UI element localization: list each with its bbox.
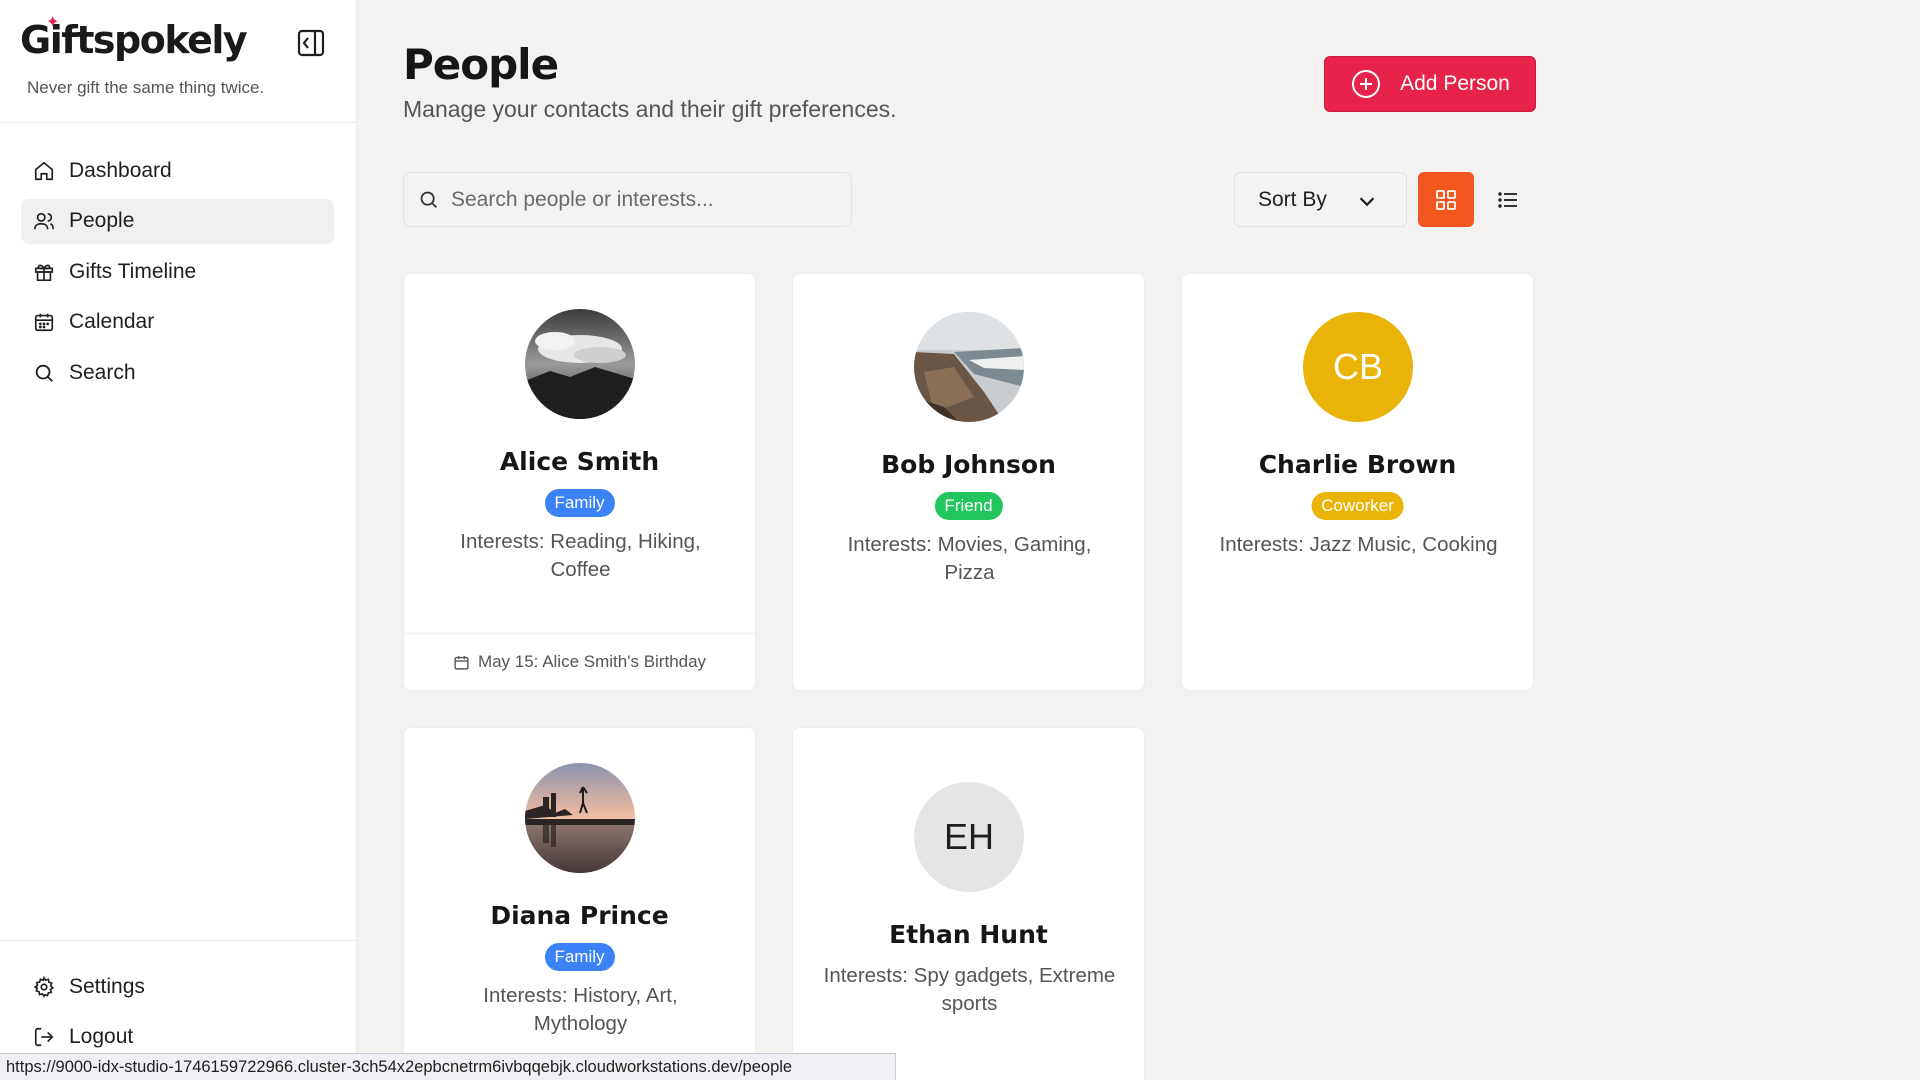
sidebar-item-label: Dashboard [69, 158, 172, 182]
sidebar-item-people[interactable]: People [21, 198, 334, 244]
person-interests: Interests: Movies, Gaming, Pizza [847, 533, 1092, 584]
grid-view-button[interactable] [1418, 172, 1474, 227]
relation-badge: Family [544, 489, 615, 517]
person-card-diana-prince[interactable]: Diana Prince Family Interests: History, … [403, 727, 756, 1080]
chevron-down-icon [1359, 197, 1375, 207]
upcoming-event: May 15: Alice Smith's Birthday [404, 633, 755, 690]
add-person-button[interactable]: Add Person [1324, 56, 1536, 112]
avatar-photo [525, 763, 635, 873]
sidebar-nav: Dashboard People Gifts Timeline Calendar… [21, 148, 334, 401]
avatar [525, 309, 635, 419]
sidebar-bottom-nav: Settings Logout [21, 964, 334, 1065]
search-icon [35, 364, 53, 382]
sidebar-item-label: Search [69, 360, 136, 384]
logout-icon [34, 1027, 54, 1047]
person-interests: Interests: Jazz Music, Cooking [1219, 533, 1498, 556]
avatar-photo [525, 309, 635, 419]
person-card-charlie-brown[interactable]: CB Charlie Brown Coworker Interests: Jaz… [1181, 273, 1534, 691]
sidebar-item-gifts-timeline[interactable]: Gifts Timeline [21, 249, 334, 294]
person-interests: Interests: History, Art, Mythology [483, 984, 678, 1035]
avatar [525, 763, 635, 873]
app-tagline: Never gift the same thing twice. [27, 78, 265, 97]
avatar-initials: EH [943, 816, 994, 857]
brand[interactable]: Giftspokely ✦ [20, 14, 248, 62]
sidebar-item-label: People [69, 209, 135, 232]
sparkle-icon: ✦ [46, 14, 60, 31]
sidebar-item-search[interactable]: Search [21, 350, 334, 395]
sort-by-select[interactable]: Sort By [1234, 172, 1407, 227]
search-box[interactable] [403, 172, 852, 227]
list-view-button[interactable] [1480, 172, 1536, 227]
event-text: May 15: Alice Smith's Birthday [477, 652, 707, 671]
grid-icon [1436, 189, 1456, 210]
gear-icon [33, 975, 55, 998]
panel-left-icon [297, 29, 325, 57]
page-title: People [403, 40, 559, 89]
page-subtitle: Manage your contacts and their gift pref… [403, 96, 897, 122]
relation-badge: Coworker [1311, 492, 1404, 520]
sidebar-item-label: Gifts Timeline [69, 259, 197, 283]
gift-icon [34, 264, 54, 281]
sidebar-item-settings[interactable]: Settings [21, 964, 334, 1009]
sidebar-item-label: Logout [69, 1025, 134, 1048]
relation-badge: Family [544, 943, 615, 971]
search-input[interactable] [451, 187, 831, 212]
sidebar-item-calendar[interactable]: Calendar [21, 300, 334, 345]
person-name: Ethan Hunt [889, 920, 1048, 949]
sidebar-item-label: Settings [69, 974, 145, 998]
divider [0, 940, 357, 941]
person-interests: Interests: Spy gadgets, Extreme sports [823, 964, 1116, 1015]
home-icon [34, 161, 54, 180]
person-name: Bob Johnson [881, 450, 1056, 479]
avatar: CB [1303, 312, 1413, 422]
person-card-bob-johnson[interactable]: Bob Johnson Friend Interests: Movies, Ga… [792, 273, 1145, 691]
calendar-icon [34, 313, 54, 332]
avatar [914, 312, 1024, 422]
calendar-icon [454, 655, 469, 670]
avatar-photo [914, 312, 1024, 422]
sidebar: Giftspokely ✦ Never gift the same thing … [0, 0, 357, 1080]
divider [0, 122, 357, 123]
sort-label: Sort By [1258, 187, 1327, 211]
person-name: Diana Prince [490, 901, 669, 930]
list-icon [1498, 191, 1517, 208]
status-bar-url: https://9000-idx-studio-1746159722966.cl… [0, 1053, 896, 1080]
search-icon [420, 191, 437, 208]
sidebar-item-label: Calendar [69, 310, 155, 333]
avatar-initials: CB [1332, 346, 1383, 387]
person-name: Alice Smith [499, 447, 660, 476]
sidebar-item-dashboard[interactable]: Dashboard [21, 148, 334, 193]
person-interests: Interests: Reading, Hiking, Coffee [460, 530, 701, 581]
person-card-ethan-hunt[interactable]: EH Ethan Hunt Interests: Spy gadgets, Ex… [792, 727, 1145, 1080]
plus-circle-icon [1352, 70, 1381, 98]
person-name: Charlie Brown [1258, 450, 1457, 479]
relation-badge: Friend [934, 492, 1003, 520]
avatar: EH [914, 782, 1024, 892]
collapse-sidebar-button[interactable] [296, 28, 326, 58]
add-person-label: Add Person [1400, 72, 1510, 95]
users-icon [34, 212, 54, 230]
person-card-alice-smith[interactable]: Alice Smith Family Interests: Reading, H… [403, 273, 756, 691]
